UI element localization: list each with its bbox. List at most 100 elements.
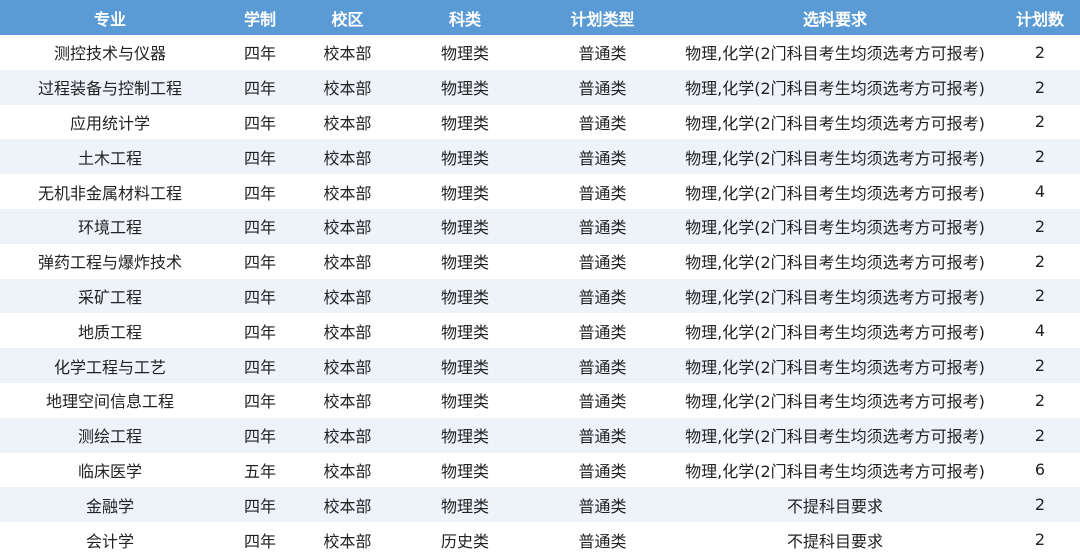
header-plan-type: 计划类型 [570, 9, 635, 29]
header-major: 专业 [93, 9, 126, 29]
subject-requirement-cell: 物理,化学(2门科目考生均须选考方可报考) [685, 392, 985, 412]
plan-count-cell: 6 [1034, 460, 1046, 480]
subject-requirement-cell: 物理,化学(2门科目考生均须选考方可报考) [685, 148, 985, 168]
plan-type-cell: 普通类 [578, 287, 627, 307]
major-cell: 地理空间信息工程 [45, 392, 174, 412]
table-row: 采矿工程 四年 校本部 物理类 普通类 物理,化学(2门科目考生均须选考方可报考) 2 [0, 278, 1080, 314]
category-cell: 物理类 [440, 253, 489, 273]
campus-cell: 校本部 [323, 79, 372, 99]
subject-requirement-cell: 不提科目要求 [786, 531, 883, 551]
major-cell: 过程装备与控制工程 [37, 79, 182, 99]
table-row: 环境工程 四年 校本部 物理类 普通类 物理,化学(2门科目考生均须选考方可报考) 2 [0, 208, 1080, 244]
major-cell: 临床医学 [77, 461, 142, 481]
major-cell: 测控技术与仪器 [53, 44, 166, 64]
major-cell: 金融学 [85, 496, 134, 516]
subject-requirement-cell: 物理,化学(2门科目考生均须选考方可报考) [685, 113, 985, 133]
years-cell: 四年 [243, 427, 276, 447]
table-row: 过程装备与控制工程 四年 校本部 物理类 普通类 物理,化学(2门科目考生均须选考方可报考… [0, 69, 1080, 105]
table-header: 专业 学制 校区 科类 计划类型 选科要求 计划数 [0, 0, 1080, 35]
years-cell: 四年 [243, 113, 276, 133]
campus-cell: 校本部 [323, 253, 372, 273]
category-cell: 物理类 [440, 218, 489, 238]
category-cell: 物理类 [440, 113, 489, 133]
header-row: 专业 学制 校区 科类 计划类型 选科要求 计划数 [0, 0, 1080, 35]
plan-type-cell: 普通类 [578, 461, 627, 481]
major-cell: 应用统计学 [69, 113, 150, 133]
header-subject-requirement: 选科要求 [802, 9, 867, 29]
major-cell: 地质工程 [77, 322, 142, 342]
category-cell: 物理类 [440, 287, 489, 307]
plan-type-cell: 普通类 [578, 496, 627, 516]
enrollment-plan-table: 专业 学制 校区 科类 计划类型 选科要求 计划数 测控技术与仪器 四年 校本部 物理… [0, 0, 1080, 557]
category-cell: 物理类 [440, 322, 489, 342]
category-cell: 物理类 [440, 461, 489, 481]
table-row: 地质工程 四年 校本部 物理类 普通类 物理,化学(2门科目考生均须选考方可报考) 4 [0, 313, 1080, 349]
years-cell: 四年 [243, 44, 276, 64]
major-cell: 土木工程 [77, 148, 142, 168]
years-cell: 四年 [243, 253, 276, 273]
years-cell: 四年 [243, 322, 276, 342]
plan-type-cell: 普通类 [578, 531, 627, 551]
years-cell: 四年 [243, 183, 276, 203]
major-cell: 测绘工程 [77, 427, 142, 447]
campus-cell: 校本部 [323, 357, 372, 377]
years-cell: 五年 [243, 461, 276, 481]
campus-cell: 校本部 [323, 427, 372, 447]
major-cell: 弹药工程与爆炸技术 [37, 253, 182, 273]
plan-count-cell: 4 [1034, 182, 1046, 202]
category-cell: 物理类 [440, 44, 489, 64]
plan-type-cell: 普通类 [578, 357, 627, 377]
table-row: 临床医学 五年 校本部 物理类 普通类 物理,化学(2门科目考生均须选考方可报考) 6 [0, 452, 1080, 488]
years-cell: 四年 [243, 287, 276, 307]
plan-type-cell: 普通类 [578, 79, 627, 99]
table-row: 地理空间信息工程 四年 校本部 物理类 普通类 物理,化学(2门科目考生均须选考方可报考)… [0, 382, 1080, 418]
table-row: 无机非金属材料工程 四年 校本部 物理类 普通类 物理,化学(2门科目考生均须选考方可报考… [0, 174, 1080, 209]
header-plan-count: 计划数 [1015, 9, 1064, 29]
major-cell: 无机非金属材料工程 [37, 183, 182, 203]
subject-requirement-cell: 不提科目要求 [786, 496, 883, 516]
subject-requirement-cell: 物理,化学(2门科目考生均须选考方可报考) [685, 253, 985, 273]
subject-requirement-cell: 物理,化学(2门科目考生均须选考方可报考) [685, 44, 985, 64]
years-cell: 四年 [243, 79, 276, 99]
major-cell: 环境工程 [77, 218, 142, 238]
category-cell: 物理类 [440, 183, 489, 203]
plan-count-cell: 2 [1034, 251, 1046, 271]
table-row: 化学工程与工艺 四年 校本部 物理类 普通类 物理,化学(2门科目考生均须选考方可报考) 2 [0, 348, 1080, 383]
plan-type-cell: 普通类 [578, 253, 627, 273]
table-row: 测绘工程 四年 校本部 物理类 普通类 物理,化学(2门科目考生均须选考方可报考) 2 [0, 417, 1080, 453]
campus-cell: 校本部 [323, 183, 372, 203]
plan-count-cell: 2 [1034, 216, 1046, 236]
subject-requirement-cell: 物理,化学(2门科目考生均须选考方可报考) [685, 183, 985, 203]
plan-count-cell: 2 [1034, 147, 1046, 167]
years-cell: 四年 [243, 218, 276, 238]
header-years: 学制 [243, 9, 276, 29]
campus-cell: 校本部 [323, 113, 372, 133]
major-cell: 会计学 [85, 531, 134, 551]
plan-count-cell: 4 [1034, 321, 1046, 341]
campus-cell: 校本部 [323, 148, 372, 168]
plan-count-cell: 2 [1034, 356, 1046, 376]
plan-type-cell: 普通类 [578, 427, 627, 447]
category-cell: 物理类 [440, 148, 489, 168]
subject-requirement-cell: 物理,化学(2门科目考生均须选考方可报考) [685, 461, 985, 481]
plan-type-cell: 普通类 [578, 44, 627, 64]
plan-count-cell: 2 [1034, 77, 1046, 97]
major-cell: 采矿工程 [77, 287, 142, 307]
campus-cell: 校本部 [323, 322, 372, 342]
subject-requirement-cell: 物理,化学(2门科目考生均须选考方可报考) [685, 79, 985, 99]
years-cell: 四年 [243, 148, 276, 168]
plan-count-cell: 2 [1034, 112, 1046, 132]
table-row: 应用统计学 四年 校本部 物理类 普通类 物理,化学(2门科目考生均须选考方可报考) 2 [0, 104, 1080, 140]
plan-count-cell: 2 [1034, 495, 1046, 515]
years-cell: 四年 [243, 531, 276, 551]
category-cell: 历史类 [440, 531, 489, 551]
campus-cell: 校本部 [323, 218, 372, 238]
years-cell: 四年 [243, 496, 276, 516]
category-cell: 物理类 [440, 392, 489, 412]
plan-type-cell: 普通类 [578, 113, 627, 133]
plan-count-cell: 2 [1034, 42, 1046, 62]
plan-type-cell: 普通类 [578, 148, 627, 168]
table-row: 金融学 四年 校本部 物理类 普通类 不提科目要求 2 [0, 487, 1080, 523]
years-cell: 四年 [243, 357, 276, 377]
campus-cell: 校本部 [323, 392, 372, 412]
